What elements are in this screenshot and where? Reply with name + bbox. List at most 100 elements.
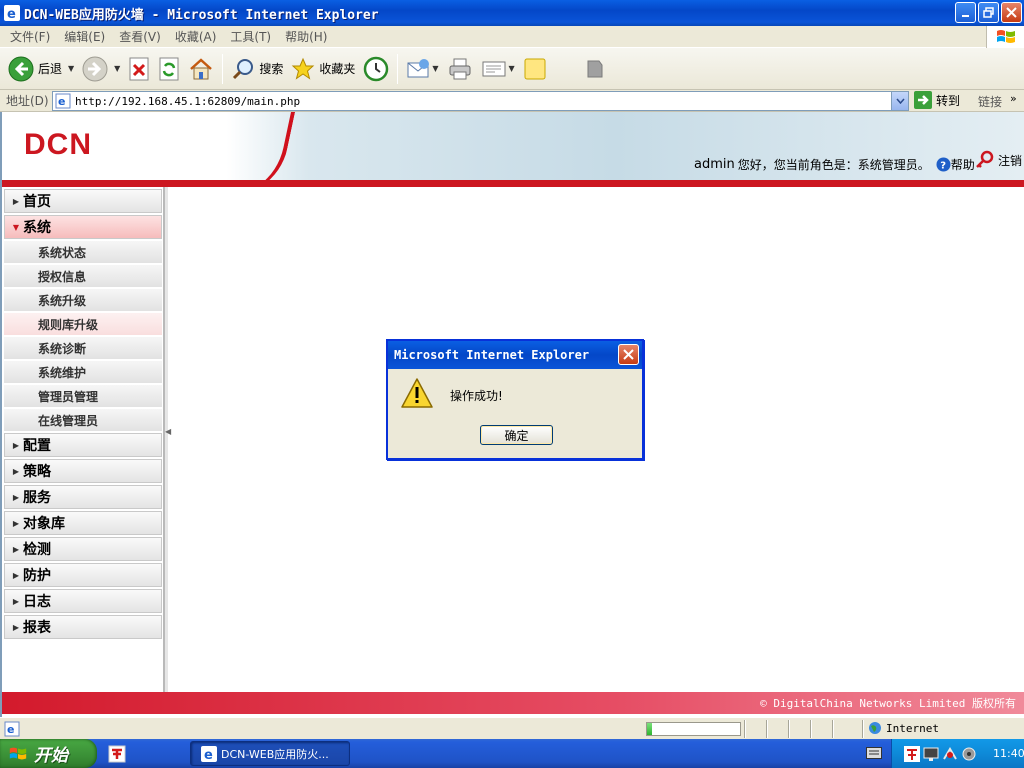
volume-icon[interactable] [961,746,977,762]
home-button[interactable] [184,52,218,86]
messenger-button[interactable] [579,52,611,86]
home-icon [190,57,213,79]
sidebar-subitem-admin-management[interactable]: 管理员管理 [4,385,162,407]
restore-button[interactable] [978,2,999,23]
stop-icon [129,57,149,80]
ie-icon: e [201,745,217,762]
print-button[interactable] [443,52,477,86]
dialog-close-button[interactable] [618,344,639,365]
help-link[interactable]: ? 帮助 [936,156,975,173]
svg-text:e: e [7,723,14,736]
dialog-title-bar[interactable]: Microsoft Internet Explorer [388,341,642,369]
sidebar-item-protection[interactable]: ▶ 防护 [4,563,162,587]
sidebar-subitem-license-info[interactable]: 授权信息 [4,265,162,287]
stop-button[interactable] [124,52,154,86]
start-button[interactable]: 开始 [0,739,97,768]
security-zone[interactable]: Internet [868,721,939,735]
go-button[interactable]: 转到 [914,91,960,109]
menu-file[interactable]: 文件(F) [10,28,50,45]
sidebar: ▶ 首页 ▼ 系统 系统状态 授权信息 系统升级 规则库升级 系统诊断 系统维护… [2,187,164,692]
sidebar-item-label: 日志 [23,594,51,610]
menu-edit[interactable]: 编辑(E) [64,28,105,45]
sidebar-item-detection[interactable]: ▶ 检测 [4,537,162,561]
back-button[interactable]: 后退 ▼ [4,52,78,86]
window-title: DCN-WEB应用防火墙 - Microsoft Internet Explor… [24,7,379,23]
go-arrow-icon [914,91,932,109]
warning-icon [401,378,433,408]
caret-right-icon: ▶ [12,570,20,580]
sidebar-item-logs[interactable]: ▶ 日志 [4,589,162,613]
address-dropdown-button[interactable] [891,92,908,110]
mail-button[interactable]: ▼ [402,52,442,86]
menu-help[interactable]: 帮助(H) [285,28,327,45]
quicklaunch-app-icon[interactable] [108,745,126,763]
sidebar-subitem-online-admins[interactable]: 在线管理员 [4,409,162,431]
forward-button[interactable]: ▼ [78,52,124,86]
menu-view[interactable]: 查看(V) [119,28,161,45]
toolbar-separator [222,53,224,84]
address-input[interactable]: e http://192.168.45.1:62809/main.php [52,91,909,111]
sidebar-subitem-system-maintenance[interactable]: 系统维护 [4,361,162,383]
links-button[interactable]: 链接 [978,93,1002,110]
sidebar-subitem-system-diagnosis[interactable]: 系统诊断 [4,337,162,359]
banner-swoosh [216,112,298,180]
mail-dropdown-icon[interactable]: ▼ [432,64,438,73]
clock: 11:40 [993,747,1024,760]
keyboard-icon[interactable] [866,747,882,759]
logout-link[interactable]: 注销 [974,150,1022,170]
network-icon[interactable] [942,746,958,762]
back-dropdown-icon[interactable]: ▼ [68,64,74,73]
sidebar-item-label: 对象库 [23,516,65,532]
discuss-button[interactable] [519,52,551,86]
sidebar-item-object-library[interactable]: ▶ 对象库 [4,511,162,535]
sidebar-subitem-rule-upgrade[interactable]: 规则库升级 [4,313,162,335]
messenger-icon [587,60,603,77]
sidebar-subitem-system-upgrade[interactable]: 系统升级 [4,289,162,311]
sidebar-item-service[interactable]: ▶ 服务 [4,485,162,509]
status-divider [744,720,746,738]
key-icon [976,150,994,168]
sidebar-item-config[interactable]: ▶ 配置 [4,433,162,457]
sidebar-item-home[interactable]: ▶ 首页 [4,189,162,213]
edit-page-icon [482,61,506,76]
menu-tools[interactable]: 工具(T) [230,28,271,45]
menu-bar: 文件(F) 编辑(E) 查看(V) 收藏(A) 工具(T) 帮助(H) [0,26,1024,48]
display-icon[interactable] [923,746,939,762]
svg-text:e: e [7,7,16,21]
menu-favorites[interactable]: 收藏(A) [175,28,217,45]
toolbar-separator [397,53,399,84]
dialog-title: Microsoft Internet Explorer [394,348,590,362]
ie-icon: e [4,5,20,22]
page-icon: e [55,93,71,109]
ime-icon[interactable] [904,745,920,762]
more-chevron-icon[interactable]: » [1010,92,1017,105]
edit-dropdown-icon[interactable]: ▼ [509,64,515,73]
favorites-button[interactable]: 收藏夹 [287,52,359,86]
address-bar: 地址(D) e http://192.168.45.1:62809/main.p… [0,90,1024,112]
collapse-arrow-icon[interactable]: ◀ [165,427,171,436]
forward-dropdown-icon[interactable]: ▼ [114,64,120,73]
ie-title-bar[interactable]: e DCN-WEB应用防火墙 - Microsoft Internet Expl… [0,0,1024,26]
search-button[interactable]: 搜索 [227,52,287,86]
ok-button[interactable]: 确定 [480,425,553,445]
sidebar-subitem-system-status[interactable]: 系统状态 [4,241,162,263]
refresh-button[interactable] [154,52,184,86]
sidebar-nav: ▶ 首页 ▼ 系统 系统状态 授权信息 系统升级 规则库升级 系统诊断 系统维护… [4,189,162,641]
sidebar-item-label: 配置 [23,438,51,454]
sidebar-item-system[interactable]: ▼ 系统 [4,215,162,239]
taskbar-ie-window[interactable]: e DCN-WEB应用防火... [190,741,350,766]
help-label: 帮助 [950,158,975,172]
favorites-label: 收藏夹 [319,62,356,76]
sidebar-item-reports[interactable]: ▶ 报表 [4,615,162,639]
globe-icon [869,722,881,734]
minimize-button[interactable] [955,2,976,23]
status-divider [862,720,864,738]
frame-splitter[interactable]: ◀ [164,187,171,692]
close-window-button[interactable] [1001,2,1022,23]
sidebar-subitem-label: 系统升级 [38,293,87,308]
logout-label: 注销 [998,153,1023,168]
history-button[interactable] [359,52,393,86]
edit-button[interactable]: ▼ [477,52,519,86]
address-url: http://192.168.45.1:62809/main.php [75,94,301,108]
sidebar-item-policy[interactable]: ▶ 策略 [4,459,162,483]
